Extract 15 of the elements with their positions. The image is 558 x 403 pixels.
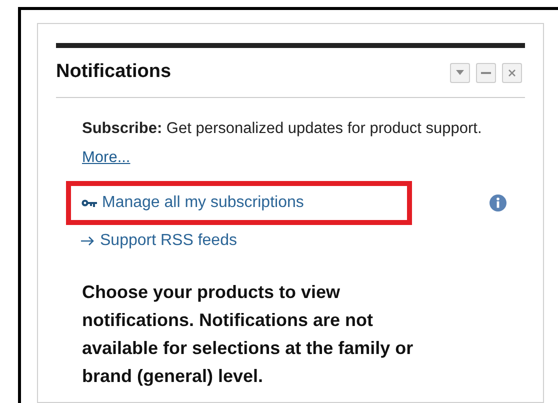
link[interactable]: Manage all my subscriptions: [81, 191, 389, 215]
minimize-button[interactable]: [476, 62, 496, 82]
key-icon: [81, 199, 97, 207]
dropdown-button[interactable]: [450, 62, 470, 82]
arrow-icon: [81, 236, 95, 246]
close-button[interactable]: [502, 62, 522, 82]
more-link[interactable]: More...: [82, 149, 130, 166]
notice-text: Choose your products to view notifications. Notifications are not available for selections at the family or brand (general) level.: [82, 281, 414, 388]
intro-text: Subscribe: Get personalized updates for product support. More...: [82, 119, 483, 168]
close-icon: [508, 68, 516, 76]
minimize-icon: [481, 72, 491, 74]
panel-title: Notifications: [56, 60, 172, 84]
caret-icon: [456, 70, 464, 75]
info-icon[interactable]: [489, 194, 507, 212]
link[interactable]: Support RSS feeds: [81, 229, 389, 253]
